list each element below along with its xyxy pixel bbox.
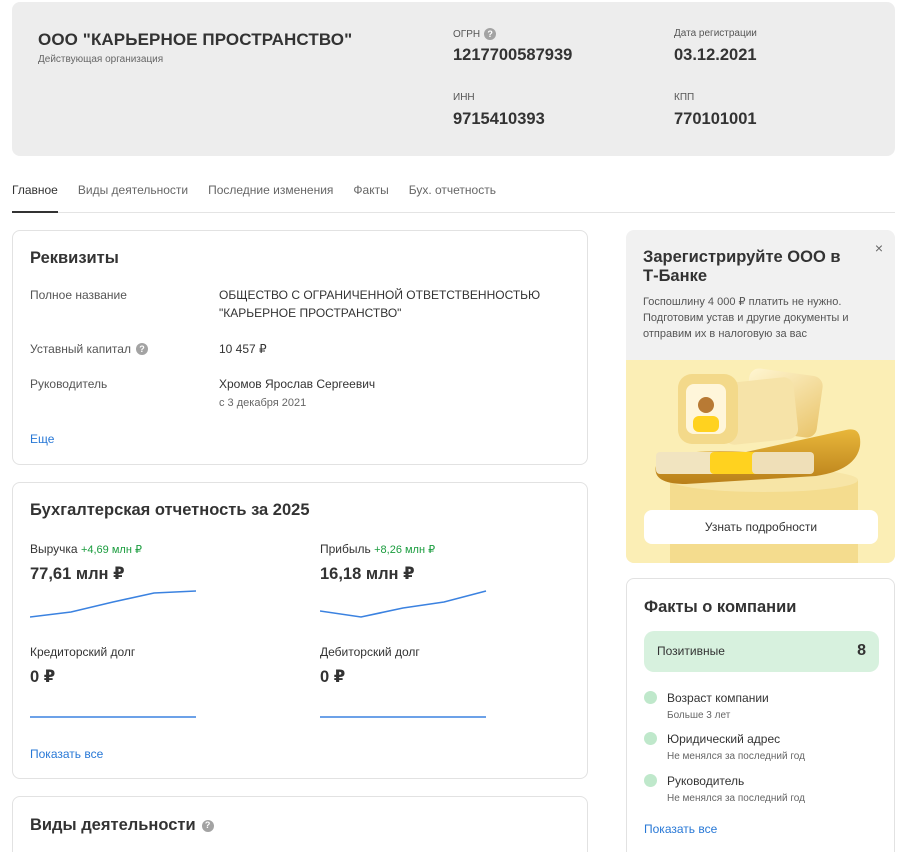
fact-sub: Больше 3 лет xyxy=(667,710,731,721)
learn-more-button[interactable]: Узнать подробности xyxy=(644,510,878,544)
revenue-delta: +4,69 млн ₽ xyxy=(80,544,142,556)
activities-card: Виды деятельности ? xyxy=(12,796,588,852)
more-link[interactable]: Еще xyxy=(30,432,54,446)
promo-banner: Зарегистрируйте ООО в Т-Банке × Госпошли… xyxy=(626,230,895,563)
creditor-label: Кредиторский долг xyxy=(30,645,136,659)
inn-label: ИНН xyxy=(453,92,475,103)
company-name: ООО "КАРЬЕРНОЕ ПРОСТРАНСТВО" xyxy=(38,30,353,49)
finance-card: Бухгалтерская отчетность за 2025 Выручка… xyxy=(12,482,588,779)
company-header: ООО "КАРЬЕРНОЕ ПРОСТРАНСТВО" Действующая… xyxy=(12,2,895,156)
tab-bar: Главное Виды деятельности Последние изме… xyxy=(12,172,895,213)
company-status: Действующая организация xyxy=(38,54,164,65)
fact-title: Юридический адрес xyxy=(667,732,781,746)
tab-facts[interactable]: Факты xyxy=(353,172,388,212)
revenue-sparkline xyxy=(30,590,197,618)
fact-title: Руководитель xyxy=(667,774,745,788)
fact-dot-icon xyxy=(644,691,657,704)
positive-label: Позитивные xyxy=(657,644,725,658)
tab-activities[interactable]: Виды деятельности xyxy=(78,172,188,212)
debtor-value: 0 ₽ xyxy=(320,668,346,686)
head-label: Руководитель xyxy=(30,377,108,391)
kpp-label: КПП xyxy=(674,92,695,103)
fact-sub: Не менялся за последний год xyxy=(667,793,805,804)
head-value[interactable]: Хромов Ярослав Сергеевич xyxy=(219,375,375,393)
reg-date-label: Дата регистрации xyxy=(674,28,757,39)
profit-label: Прибыль +8,26 млн ₽ xyxy=(320,542,436,556)
capital-value: 10 457 ₽ xyxy=(219,342,267,356)
full-name-value: ОБЩЕСТВО С ОГРАНИЧЕННОЙ ОТВЕТСТВЕННОСТЬЮ… xyxy=(219,288,541,320)
tab-main[interactable]: Главное xyxy=(12,172,58,213)
promo-title: Зарегистрируйте ООО в Т-Банке xyxy=(643,248,841,285)
debtor-label: Дебиторский долг xyxy=(320,645,420,659)
head-since: с 3 декабря 2021 xyxy=(219,397,307,409)
creditor-value: 0 ₽ xyxy=(30,668,56,686)
promo-text: Госпошлину 4 000 ₽ платить не нужно. Под… xyxy=(643,296,849,340)
facts-title: Факты о компании xyxy=(644,598,797,616)
fact-title: Возраст компании xyxy=(667,691,769,705)
question-icon[interactable]: ? xyxy=(135,343,148,355)
facts-show-all-link[interactable]: Показать все xyxy=(644,822,717,836)
revenue-label: Выручка +4,69 млн ₽ xyxy=(30,542,142,556)
fact-sub: Не менялся за последний год xyxy=(667,751,805,762)
finance-show-all-link[interactable]: Показать все xyxy=(30,747,103,761)
facts-card: Факты о компании Позитивные 8 Возраст ко… xyxy=(626,578,895,852)
creditor-sparkline xyxy=(30,716,196,718)
revenue-value: 77,61 млн ₽ xyxy=(30,565,125,583)
profit-delta: +8,26 млн ₽ xyxy=(374,544,436,556)
activities-title: Виды деятельности ? xyxy=(30,816,214,835)
ogrn-label: ОГРН ? xyxy=(453,28,497,40)
close-icon[interactable]: × xyxy=(875,240,883,256)
question-icon[interactable]: ? xyxy=(201,819,214,832)
tab-recent-changes[interactable]: Последние изменения xyxy=(208,172,333,212)
finance-title: Бухгалтерская отчетность за 2025 xyxy=(30,501,310,519)
tab-accounting[interactable]: Бух. отчетность xyxy=(409,172,496,212)
capital-label: Уставный капитал ? xyxy=(30,342,148,356)
inn-value: 9715410393 xyxy=(453,110,545,128)
positive-facts-badge[interactable]: Позитивные 8 xyxy=(644,631,879,672)
reg-date-value: 03.12.2021 xyxy=(674,46,757,64)
profit-value: 16,18 млн ₽ xyxy=(320,565,415,583)
kpp-value: 770101001 xyxy=(674,110,757,128)
full-name-label: Полное название xyxy=(30,288,127,302)
question-icon[interactable]: ? xyxy=(484,28,497,40)
fact-dot-icon xyxy=(644,732,657,745)
ogrn-value: 1217700587939 xyxy=(453,46,573,64)
fact-dot-icon xyxy=(644,774,657,787)
requisites-title: Реквизиты xyxy=(30,249,119,267)
debtor-sparkline xyxy=(320,716,486,718)
requisites-card: Реквизиты Полное название ОБЩЕСТВО С ОГР… xyxy=(12,230,588,465)
positive-count: 8 xyxy=(857,642,866,659)
profit-sparkline xyxy=(320,590,487,618)
